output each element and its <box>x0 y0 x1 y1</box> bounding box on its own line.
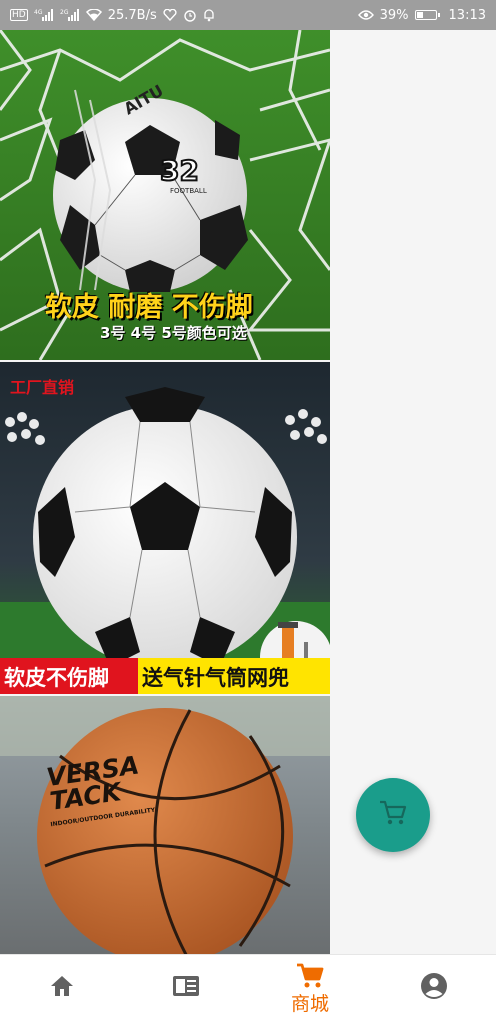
news-icon <box>171 973 201 1003</box>
product-list[interactable]: AITU 32 FOOTBALL 软皮 耐磨 不伤脚 3号 4号 5号颜色可选 <box>0 30 496 954</box>
nav-item-home[interactable] <box>0 955 124 1021</box>
cell-signal-icon: 4G <box>34 9 54 21</box>
clock: 13:13 <box>448 7 486 23</box>
cell-signal-label-2: 2G <box>60 9 69 16</box>
battery-icon <box>414 10 440 20</box>
product-headline: 软皮 耐磨 不伤脚 <box>45 292 253 323</box>
alarm-icon <box>183 8 197 22</box>
nav-item-account[interactable] <box>372 955 496 1021</box>
cell-signal-icon-2: 2G <box>60 9 80 21</box>
account-icon <box>420 972 448 1004</box>
bottom-navigation: 商城 <box>0 954 496 1021</box>
banner-gifts: 送气针气筒网兜 <box>142 666 289 690</box>
nav-label-mall: 商城 <box>290 992 329 1015</box>
cell-signal-label-1: 4G <box>34 9 43 16</box>
product-subline: 3号 4号 5号颜色可选 <box>100 324 247 342</box>
cart-icon <box>378 799 408 831</box>
factory-direct-tag: 工厂直销 <box>10 378 75 397</box>
nav-item-mall[interactable]: 商城 <box>248 955 372 1021</box>
product-card-football-stadium[interactable]: 工厂直销 软皮不伤脚 送气针气筒网兜 <box>0 362 330 694</box>
eye-comfort-icon <box>357 9 374 21</box>
product-image <box>0 696 330 954</box>
home-icon <box>48 973 76 1003</box>
product-card-football-net[interactable]: AITU 32 FOOTBALL 软皮 耐磨 不伤脚 3号 4号 5号颜色可选 <box>0 30 330 360</box>
ball-number-text: 32 <box>160 154 199 187</box>
product-card-basketball[interactable]: VERSA TACK INDOOR/OUTDOOR DURABILITY <box>0 696 330 954</box>
hd-badge: HD <box>10 9 28 21</box>
cart-icon <box>296 963 324 993</box>
cart-fab-button[interactable] <box>356 778 430 852</box>
network-speed: 25.7B/s <box>107 7 157 23</box>
banner-soft-leather: 软皮不伤脚 <box>4 666 109 690</box>
status-bar: HD 4G 2G 25.7B/s 39% 13:13 <box>0 0 496 30</box>
battery-percent: 39% <box>379 7 409 23</box>
nav-item-news[interactable] <box>124 955 248 1021</box>
notification-bell-icon <box>203 8 215 22</box>
wifi-icon <box>85 9 102 21</box>
product-image <box>0 362 330 694</box>
ball-word-text: FOOTBALL <box>170 187 207 195</box>
health-icon <box>163 9 177 21</box>
